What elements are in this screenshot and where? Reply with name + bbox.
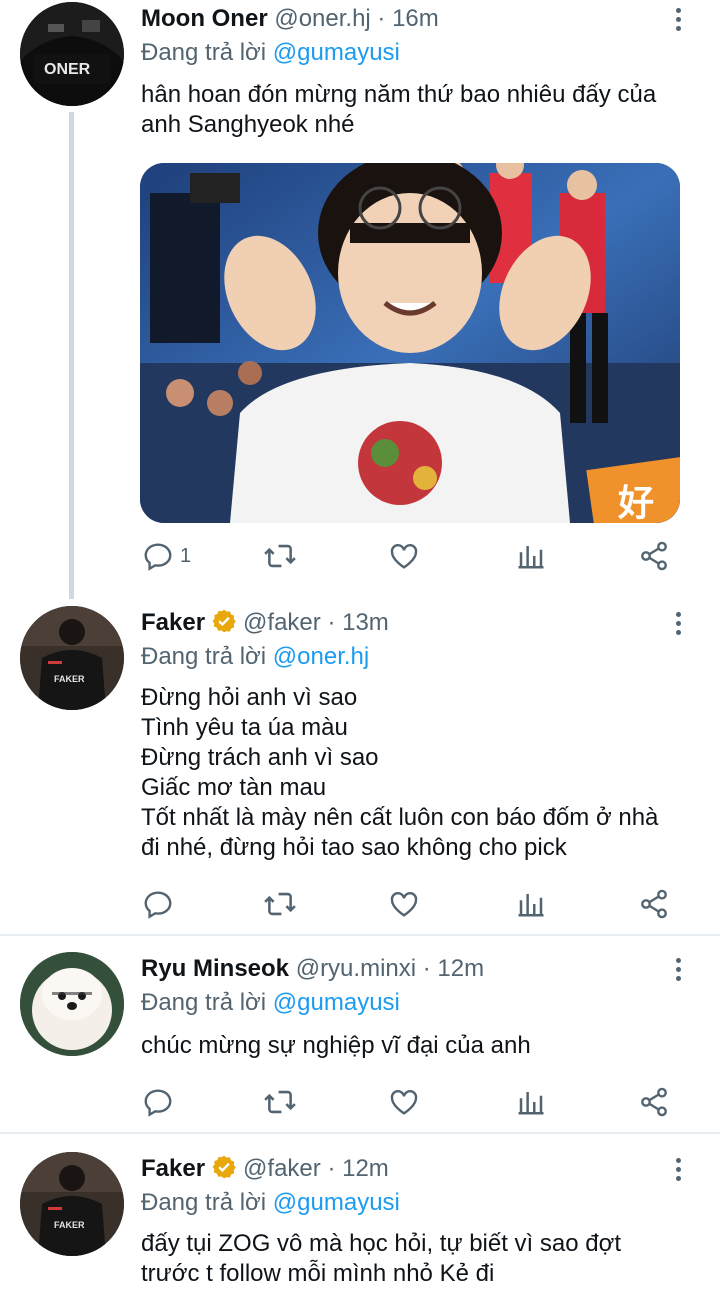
tweet-header: Faker @faker · 13m — [141, 608, 389, 642]
avatar-label: FAKER — [54, 674, 85, 684]
tweet-3[interactable]: Ryu Minseok @ryu.minxi · 12m Đang trả lờ… — [0, 950, 720, 1130]
avatar[interactable] — [20, 952, 124, 1056]
reply-prefix: Đang trả lời — [141, 643, 267, 670]
reply-icon — [144, 1089, 172, 1117]
tweet-actions — [0, 1082, 720, 1122]
avatar-image-faker: FAKER — [20, 606, 124, 710]
tweet-header: Moon Oner @oner.hj · 16m — [141, 4, 439, 34]
tweet-header: Faker @faker · 12m — [141, 1154, 389, 1188]
photo-illustration: 好 — [140, 163, 680, 523]
retweet-icon — [264, 892, 296, 916]
share-button[interactable] — [638, 884, 670, 924]
analytics-button[interactable] — [516, 536, 546, 576]
avatar[interactable]: FAKER — [20, 606, 124, 710]
tweet-text: chúc mừng sự nghiệp vĩ đại của anh — [141, 1032, 531, 1059]
reply-prefix: Đang trả lời — [141, 989, 267, 1016]
retweet-button[interactable] — [263, 536, 297, 576]
display-name[interactable]: Faker — [141, 1155, 205, 1182]
like-button[interactable] — [388, 536, 420, 576]
reply-mention-link[interactable]: @oner.hj — [273, 643, 369, 670]
like-button[interactable] — [388, 884, 420, 924]
like-icon — [390, 544, 418, 569]
reply-button[interactable] — [142, 884, 174, 924]
display-name[interactable]: Faker — [141, 609, 205, 636]
retweet-button[interactable] — [263, 884, 297, 924]
retweet-icon — [264, 544, 296, 568]
avatar-image-oner: ONER — [20, 2, 124, 106]
share-icon — [641, 1087, 667, 1117]
reply-context: Đang trả lời @gumayusi — [141, 38, 400, 68]
tweet-text: Đừng hỏi anh vì sao Tình yêu ta úa màu Đ… — [141, 684, 659, 861]
user-handle[interactable]: @faker — [243, 609, 321, 636]
more-options-icon[interactable] — [668, 6, 688, 36]
snack-logo-text: 好 — [617, 483, 654, 523]
like-icon — [390, 892, 418, 917]
tweet-1[interactable]: ONER Moon Oner @oner.hj · 16m Đang trả l… — [0, 0, 720, 600]
reply-count: 1 — [180, 544, 192, 567]
like-icon — [390, 1090, 418, 1115]
more-options-icon[interactable] — [668, 956, 688, 986]
user-handle[interactable]: @oner.hj — [274, 5, 370, 32]
analytics-button[interactable] — [516, 1082, 546, 1122]
reply-context: Đang trả lời @gumayusi — [141, 988, 400, 1018]
like-button[interactable] — [388, 1082, 420, 1122]
tweet-actions — [0, 884, 720, 924]
reply-mention-link[interactable]: @gumayusi — [273, 989, 400, 1016]
more-options-icon[interactable] — [668, 1156, 688, 1186]
tweet-divider — [0, 1132, 720, 1134]
tweet-header: Ryu Minseok @ryu.minxi · 12m — [141, 954, 484, 984]
analytics-icon — [518, 1092, 544, 1115]
avatar-label: ONER — [44, 61, 91, 78]
reply-prefix: Đang trả lời — [141, 39, 267, 66]
display-name[interactable]: Moon Oner — [141, 5, 268, 32]
share-icon — [641, 541, 667, 571]
retweet-button[interactable] — [263, 1082, 297, 1122]
user-handle[interactable]: @faker — [243, 1155, 321, 1182]
reply-icon — [144, 543, 172, 571]
timestamp[interactable]: · 12m — [423, 955, 484, 982]
tweet-photo[interactable]: 好 — [140, 163, 680, 523]
display-name[interactable]: Ryu Minseok — [141, 955, 289, 982]
reply-prefix: Đang trả lời — [141, 1189, 267, 1216]
analytics-icon — [518, 894, 544, 917]
verified-badge-icon — [211, 1154, 237, 1188]
tweet-actions: 1 — [0, 536, 720, 576]
timestamp[interactable]: · 12m — [327, 1155, 388, 1182]
reply-button[interactable] — [142, 1082, 174, 1122]
share-icon — [641, 889, 667, 919]
reply-mention-link[interactable]: @gumayusi — [273, 39, 400, 66]
tweet-4[interactable]: FAKER Faker @faker · 12m Đang trả lời @gu… — [0, 1150, 720, 1301]
reply-context: Đang trả lời @oner.hj — [141, 642, 369, 672]
tweet-text: hân hoan đón mừng năm thứ bao nhiêu đấy … — [141, 81, 657, 138]
analytics-icon — [518, 546, 544, 569]
reply-icon — [144, 891, 172, 919]
reply-button[interactable]: 1 — [142, 536, 191, 576]
tweet-2[interactable]: FAKER Faker @faker · 13m Đang trả lời @on… — [0, 604, 720, 934]
timestamp[interactable]: · 16m — [377, 5, 438, 32]
share-button[interactable] — [638, 1082, 670, 1122]
avatar-label: FAKER — [54, 1220, 85, 1230]
avatar[interactable]: FAKER — [20, 1152, 124, 1256]
timestamp[interactable]: · 13m — [327, 609, 388, 636]
avatar-image-dog — [20, 952, 124, 1056]
reply-mention-link[interactable]: @gumayusi — [273, 1189, 400, 1216]
analytics-button[interactable] — [516, 884, 546, 924]
avatar-image-faker: FAKER — [20, 1152, 124, 1256]
verified-badge-icon — [211, 608, 237, 642]
retweet-icon — [264, 1090, 296, 1114]
share-button[interactable] — [638, 536, 670, 576]
avatar[interactable]: ONER — [20, 2, 124, 106]
more-options-icon[interactable] — [668, 610, 688, 640]
reply-context: Đang trả lời @gumayusi — [141, 1188, 400, 1218]
tweet-text: đấy tụi ZOG vô mà học hỏi, tự biết vì sa… — [141, 1230, 622, 1287]
user-handle[interactable]: @ryu.minxi — [296, 955, 416, 982]
tweet-divider — [0, 934, 720, 936]
